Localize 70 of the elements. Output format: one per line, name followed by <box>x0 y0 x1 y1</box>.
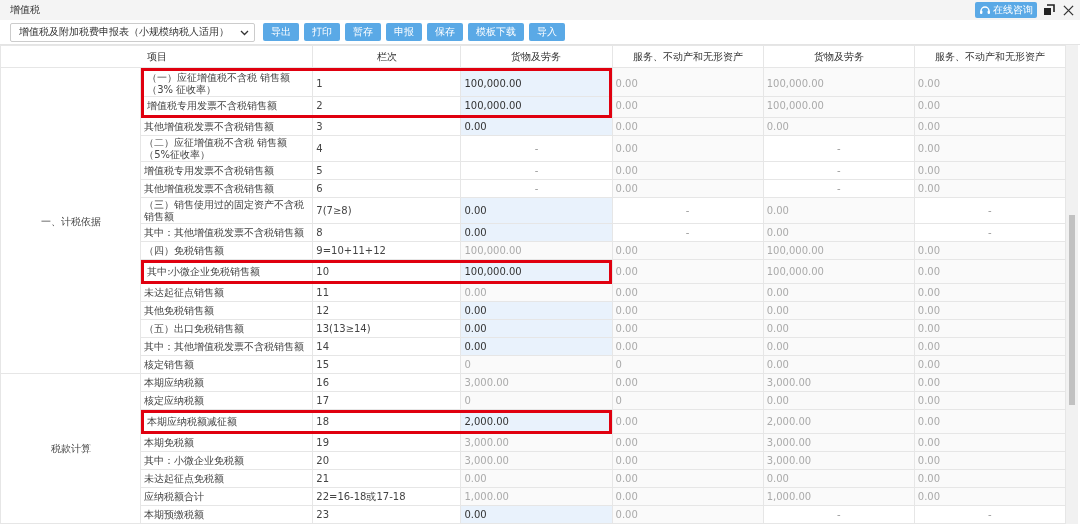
table-cell: 0.00 <box>612 409 764 434</box>
report-select[interactable]: 增值税及附加税费申报表（小规模纳税人适用） <box>10 22 255 42</box>
column-header: 栏次 <box>312 45 461 68</box>
caret-icon <box>240 28 249 36</box>
item-label: 核定销售额 <box>140 355 313 374</box>
column-header: 服务、不动产和无形资产 <box>612 45 764 68</box>
item-label: （二）应征增值税不含税 销售额（5%征收率） <box>140 135 313 162</box>
section-label: 一、计税依据 <box>0 67 141 374</box>
table-cell: 100,000.00 <box>763 67 915 97</box>
line-number: 13(13≥14) <box>312 319 461 338</box>
item-label: 核定应纳税额 <box>140 391 313 410</box>
close-icon[interactable] <box>1063 4 1074 16</box>
item-label: 未达起征点免税额 <box>140 469 313 488</box>
item-label: 本期应纳税额 <box>140 373 313 392</box>
table-cell: - <box>460 135 613 162</box>
table-cell: - <box>763 135 915 162</box>
line-number: 16 <box>312 373 461 392</box>
table-cell: 0.00 <box>914 135 1066 162</box>
line-number: 8 <box>312 223 461 242</box>
item-label: （五）出口免税销售额 <box>140 319 313 338</box>
item-label: 应纳税额合计 <box>140 487 313 506</box>
table-cell: 0.00 <box>914 67 1066 97</box>
column-header: 服务、不动产和无形资产 <box>914 45 1066 68</box>
column-header: 项目 <box>0 45 313 68</box>
item-label: 增值税专用发票不含税销售额 <box>140 161 313 180</box>
line-number: 11 <box>312 283 461 302</box>
column-header: 货物及劳务 <box>460 45 613 68</box>
table-cell: 0.00 <box>763 197 915 224</box>
table-cell: - <box>612 197 764 224</box>
section-label: 税款计算 <box>0 373 141 524</box>
line-number: 23 <box>312 505 461 524</box>
line-number: 20 <box>312 451 461 470</box>
table-cell: 2,000.00 <box>763 409 915 434</box>
line-number: 12 <box>312 301 461 320</box>
table-cell: 100,000.00 <box>763 259 915 284</box>
item-label: 未达起征点销售额 <box>140 283 313 302</box>
item-label: （四）免税销售额 <box>140 241 313 260</box>
restore-window-icon[interactable] <box>1043 4 1055 16</box>
line-number: 7(7≥8) <box>312 197 461 224</box>
line-number: 6 <box>312 179 461 198</box>
item-label: 其他增值税发票不含税销售额 <box>140 179 313 198</box>
table-cell: 0.00 <box>914 409 1066 434</box>
column-header: 货物及劳务 <box>763 45 915 68</box>
item-label: 本期免税额 <box>140 433 313 452</box>
item-label: 其中：其他增值税发票不含税销售额 <box>140 223 313 242</box>
line-number: 19 <box>312 433 461 452</box>
line-number: 14 <box>312 337 461 356</box>
scrollbar[interactable] <box>1066 45 1078 524</box>
line-number: 3 <box>312 117 461 136</box>
line-number: 21 <box>312 469 461 488</box>
line-number: 9=10+11+12 <box>312 241 461 260</box>
item-label: 其他免税销售额 <box>140 301 313 320</box>
line-number: 5 <box>312 161 461 180</box>
item-label: 其中：其他增值税发票不含税销售额 <box>140 337 313 356</box>
table-cell: 0.00 <box>612 259 764 284</box>
table-cell: 0.00 <box>612 135 764 162</box>
line-number: 15 <box>312 355 461 374</box>
amount-input[interactable]: 0.00 <box>460 197 613 224</box>
window-title: 增值税 <box>10 3 41 17</box>
item-label: 其中：小微企业免税额 <box>140 451 313 470</box>
line-number: 22=16-18或17-18 <box>312 487 461 506</box>
table-cell: 0.00 <box>914 259 1066 284</box>
item-label: 其他增值税发票不含税销售额 <box>140 117 313 136</box>
table-cell: 0.00 <box>612 67 764 97</box>
item-label: （三）销售使用过的固定资产不含税销售额 <box>140 197 313 224</box>
line-number: 17 <box>312 391 461 410</box>
headset-icon <box>979 4 991 16</box>
table-cell: - <box>914 197 1066 224</box>
line-number: 4 <box>312 135 461 162</box>
item-label: 本期预缴税额 <box>140 505 313 524</box>
